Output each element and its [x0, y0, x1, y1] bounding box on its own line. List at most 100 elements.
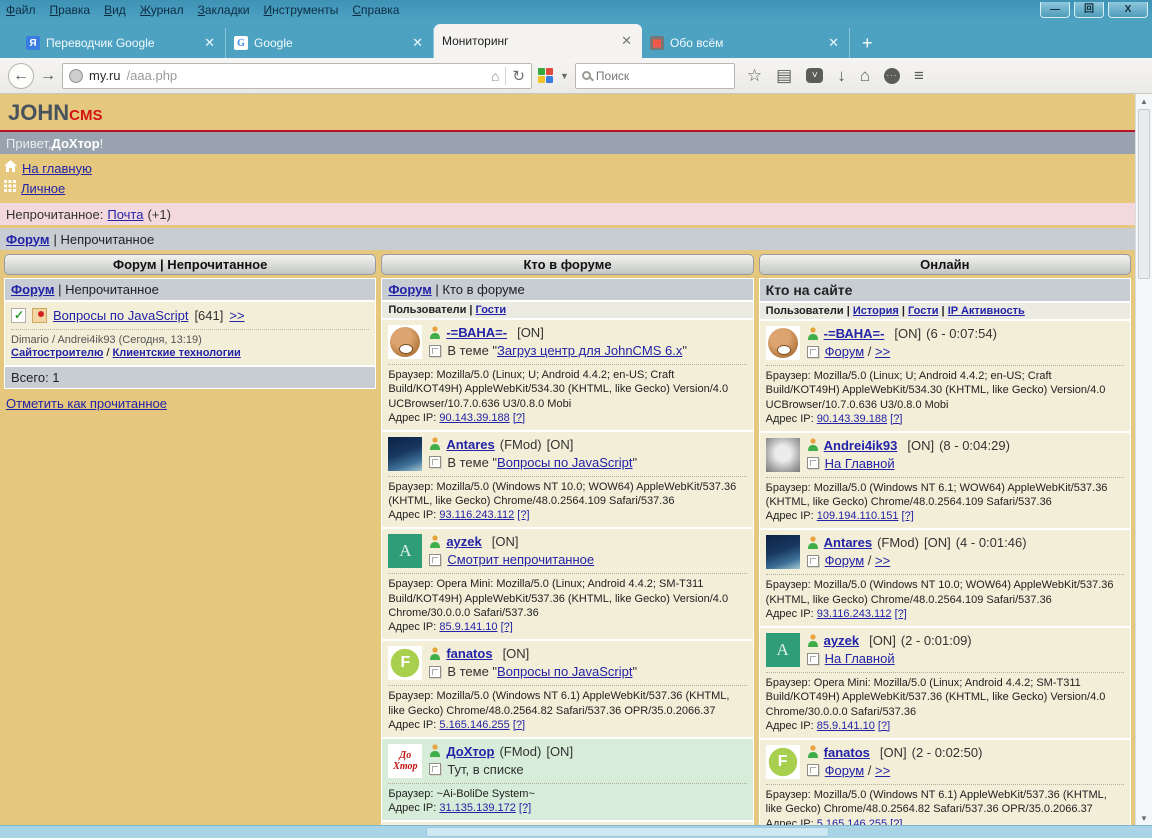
ip-address-link[interactable]: 90.143.39.188	[439, 412, 509, 424]
filter-tab-link[interactable]: История	[853, 305, 899, 317]
ip-help-link[interactable]: [?]	[878, 720, 890, 732]
user-avatar[interactable]	[388, 437, 422, 471]
vertical-scroll-thumb[interactable]	[1138, 109, 1150, 279]
topic-link[interactable]: Вопросы по JavaScript	[53, 308, 188, 323]
contact-checkbox-icon[interactable]	[429, 345, 441, 357]
hello-chat-icon[interactable]: ···	[884, 68, 900, 84]
url-bar[interactable]: my.ru/aaa.php ⌂ ↻	[62, 63, 532, 89]
user-avatar[interactable]: A	[766, 633, 800, 667]
tab-close-icon[interactable]: ✕	[826, 35, 841, 51]
breadcrumb-forum-link[interactable]: Форум	[6, 232, 49, 247]
activity-link[interactable]: Форум	[825, 553, 865, 568]
menu-item[interactable]: Справка	[352, 3, 399, 17]
reload-button[interactable]: ↻	[505, 67, 525, 85]
activity-link[interactable]: Форум	[825, 763, 865, 778]
contact-checkbox-icon[interactable]	[807, 764, 819, 776]
menu-item[interactable]: Вид	[104, 3, 126, 17]
site-nav-link[interactable]: На главную	[22, 161, 92, 176]
ip-help-link[interactable]: [?]	[501, 621, 513, 633]
downloads-icon[interactable]: ↓	[837, 67, 846, 84]
menu-item[interactable]: Журнал	[140, 3, 184, 17]
home-button-icon[interactable]: ⌂	[860, 67, 870, 84]
forum-link[interactable]: Форум	[11, 282, 54, 297]
reader-mode-icon[interactable]: ⌂	[491, 68, 499, 84]
browser-tab[interactable]: Мониторинг✕	[434, 24, 642, 58]
browser-tab[interactable]: GGoogle✕	[226, 28, 434, 58]
hamburger-menu-icon[interactable]: ≡	[914, 67, 924, 84]
ip-address-link[interactable]: 93.116.243.112	[439, 509, 514, 521]
user-avatar[interactable]: F	[766, 745, 800, 779]
search-box[interactable]	[575, 63, 735, 89]
horizontal-scroll-thumb[interactable]	[426, 827, 829, 837]
pocket-icon[interactable]: ˅	[806, 68, 823, 83]
username-link[interactable]: -=ВАНА=-	[446, 325, 507, 340]
username-link[interactable]: Antares	[446, 437, 494, 452]
dropdown-caret-icon[interactable]: ▼	[560, 71, 569, 81]
activity-link[interactable]: Смотрит непрочитанное	[447, 552, 594, 567]
username-link[interactable]: -=ВАНА=-	[824, 326, 885, 341]
contact-checkbox-icon[interactable]	[807, 555, 819, 567]
user-avatar[interactable]	[766, 326, 800, 360]
ip-help-link[interactable]: [?]	[890, 413, 902, 425]
site-nav-link[interactable]: Личное	[21, 181, 65, 196]
activity-link[interactable]: На Главной	[825, 651, 895, 666]
back-button[interactable]: ←	[8, 63, 34, 89]
ip-help-link[interactable]: [?]	[519, 802, 531, 814]
browser-tab[interactable]: ▦Обо всём✕	[642, 28, 850, 58]
menu-item[interactable]: Правка	[50, 3, 91, 17]
activity-link[interactable]: >>	[875, 553, 890, 568]
mark-all-read-link[interactable]: Отметить как прочитанное	[6, 396, 167, 411]
user-avatar[interactable]: A	[388, 534, 422, 568]
ip-help-link[interactable]: [?]	[513, 719, 525, 731]
horizontal-scrollbar[interactable]	[0, 825, 1152, 838]
contact-checkbox-icon[interactable]	[807, 457, 819, 469]
activity-link[interactable]: Вопросы по JavaScript	[497, 455, 632, 470]
user-avatar[interactable]	[766, 535, 800, 569]
scroll-up-arrow[interactable]: ▲	[1136, 94, 1152, 108]
activity-link[interactable]: Загруз центр для JohnCMS 6.x	[497, 343, 682, 358]
contact-checkbox-icon[interactable]	[429, 456, 441, 468]
username-link[interactable]: ДоХтор	[446, 744, 494, 759]
new-tab-button[interactable]: +	[850, 33, 885, 58]
forum-link[interactable]: Форум	[388, 282, 431, 297]
ip-help-link[interactable]: [?]	[517, 509, 529, 521]
username-link[interactable]: Antares	[824, 535, 872, 550]
contact-checkbox-icon[interactable]	[429, 763, 441, 775]
activity-link[interactable]: Форум	[825, 344, 865, 359]
forward-button[interactable]: →	[40, 68, 56, 84]
contact-checkbox-icon[interactable]	[429, 666, 441, 678]
topic-last-post-link[interactable]: >>	[229, 308, 244, 323]
contact-checkbox-icon[interactable]	[429, 554, 441, 566]
bookmarks-sidebar-icon[interactable]: ▤	[776, 67, 792, 84]
ip-address-link[interactable]: 5.165.146.255	[817, 818, 887, 825]
menu-item[interactable]: Инструменты	[264, 3, 339, 17]
contact-checkbox-icon[interactable]	[807, 346, 819, 358]
ip-address-link[interactable]: 31.135.139.172	[439, 802, 515, 814]
mark-read-icon[interactable]	[11, 308, 26, 323]
browser-tab[interactable]: ЯПереводчик Google✕	[18, 28, 226, 58]
filter-tab-link[interactable]: Гости	[908, 305, 939, 317]
contact-checkbox-icon[interactable]	[807, 653, 819, 665]
username-link[interactable]: ayzek	[446, 534, 481, 549]
category-link[interactable]: Сайтостроителю	[11, 347, 103, 359]
ip-address-link[interactable]: 93.116.243.112	[817, 608, 892, 620]
username-link[interactable]: fanatos	[446, 646, 492, 661]
menu-item[interactable]: Закладки	[198, 3, 250, 17]
ip-address-link[interactable]: 5.165.146.255	[439, 719, 509, 731]
mail-link[interactable]: Почта	[107, 207, 143, 222]
username-link[interactable]: Andrei4ik93	[824, 438, 898, 453]
menu-item[interactable]: Файл	[6, 3, 36, 17]
tab-close-icon[interactable]: ✕	[410, 35, 425, 51]
bookmarks-grid-icon[interactable]	[538, 68, 554, 84]
activity-link[interactable]: >>	[875, 344, 890, 359]
tab-close-icon[interactable]: ✕	[619, 33, 634, 49]
ip-address-link[interactable]: 85.9.141.10	[439, 621, 497, 633]
filter-tab-link[interactable]: Гости	[476, 304, 507, 316]
vertical-scrollbar[interactable]: ▲ ▼	[1135, 94, 1152, 825]
ip-address-link[interactable]: 90.143.39.188	[817, 413, 887, 425]
activity-link[interactable]: Вопросы по JavaScript	[497, 664, 632, 679]
filter-tab-link[interactable]: IP Активность	[948, 305, 1025, 317]
ip-address-link[interactable]: 85.9.141.10	[817, 720, 875, 732]
ip-help-link[interactable]: [?]	[902, 510, 914, 522]
activity-link[interactable]: >>	[875, 763, 890, 778]
